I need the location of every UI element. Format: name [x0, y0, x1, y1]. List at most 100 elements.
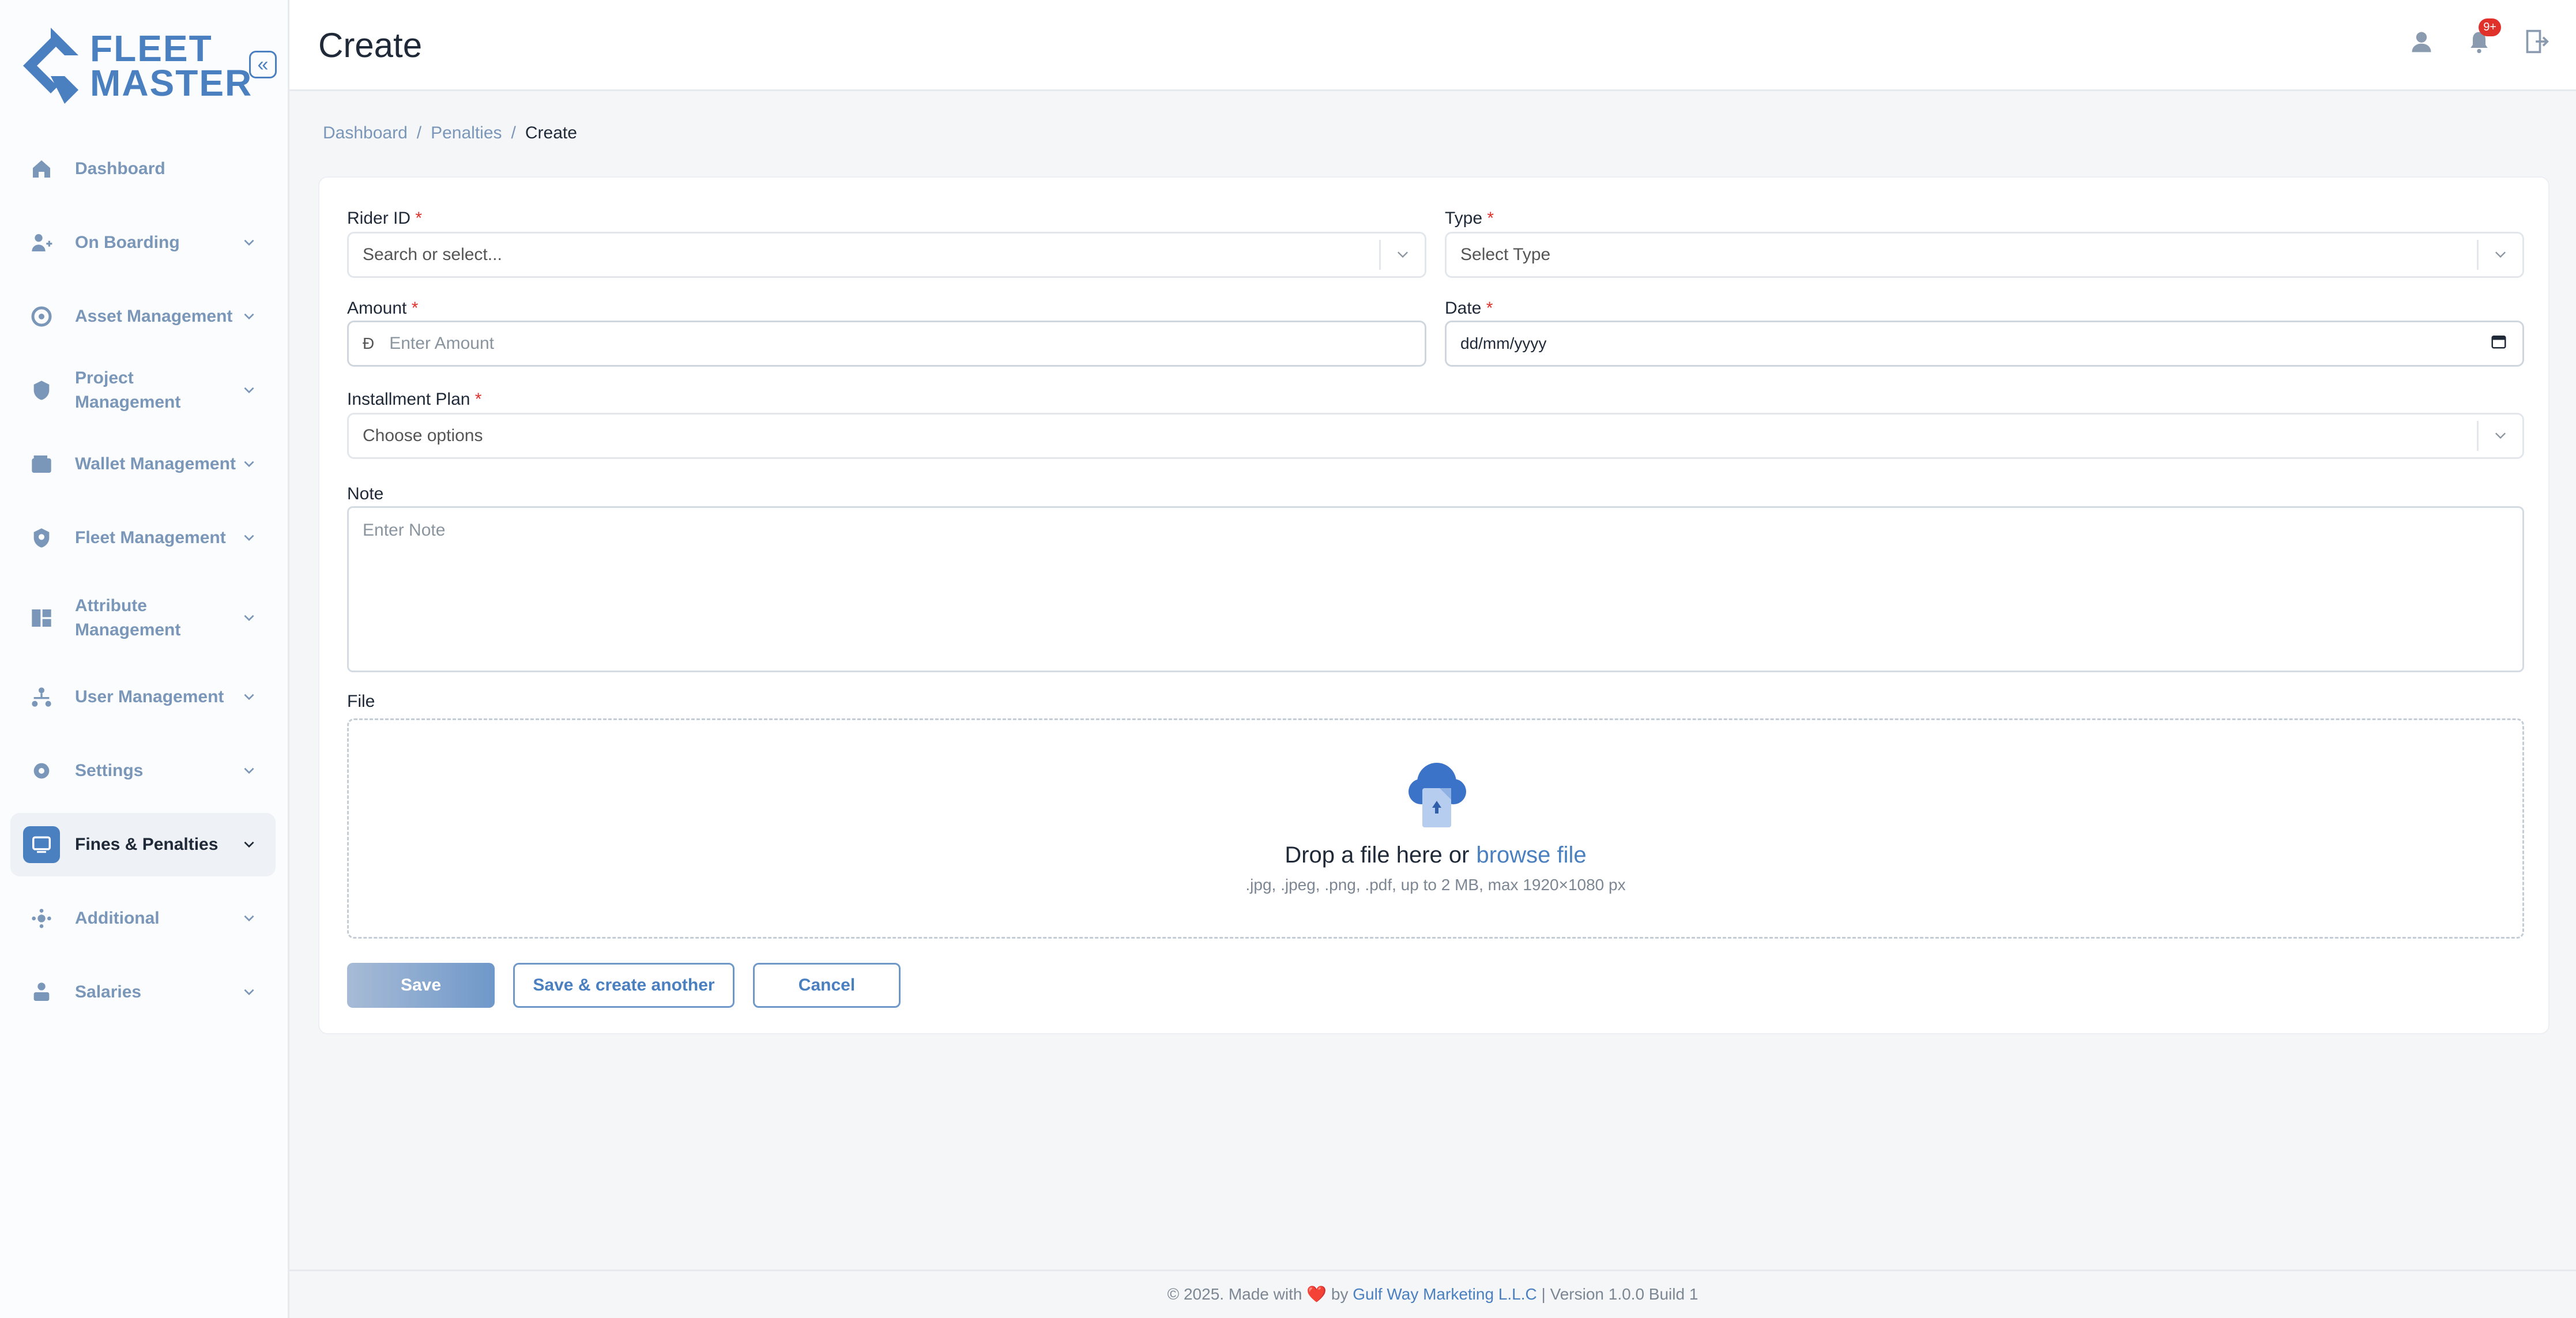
type-label: Type *: [1445, 209, 1494, 228]
file-hint: .jpg, .jpeg, .png, .pdf, up to 2 MB, max…: [1245, 876, 1626, 894]
sidebar-item-label: Fines & Penalties: [75, 835, 219, 854]
date-label: Date *: [1445, 299, 1493, 318]
sidebar-item-label: Asset Management: [75, 307, 233, 326]
profile-button[interactable]: [2405, 25, 2438, 58]
user-tree-icon: [23, 679, 60, 716]
note-placeholder: Enter Note: [363, 521, 446, 540]
sidebar-item-salaries[interactable]: Salaries: [10, 961, 276, 1024]
sidebar-item-additional[interactable]: Additional: [10, 887, 276, 950]
note-textarea[interactable]: Enter Note: [347, 506, 2524, 672]
form-card: Rider ID * Search or select... Type * Se…: [318, 176, 2549, 1034]
sidebar-item-asset-management[interactable]: Asset Management: [10, 285, 276, 348]
chevron-down-icon: [239, 528, 259, 548]
breadcrumb-separator: /: [416, 123, 422, 142]
project-icon: [23, 372, 60, 409]
sidebar-item-label: Settings: [75, 761, 144, 780]
amount-input[interactable]: Đ Enter Amount: [347, 321, 1426, 367]
notifications-button[interactable]: 9+: [2463, 18, 2501, 58]
date-placeholder: dd/mm/yyyy: [1460, 334, 1547, 352]
installment-plan-select[interactable]: Choose options: [347, 413, 2524, 459]
installment-plan-label: Installment Plan *: [347, 390, 482, 409]
asset-icon: [23, 298, 60, 335]
sidebar-item-fines-penalties[interactable]: Fines & Penalties: [10, 813, 276, 876]
chevron-down-icon: [239, 687, 259, 707]
logout-button[interactable]: [2521, 25, 2553, 58]
date-input[interactable]: dd/mm/yyyy: [1445, 321, 2524, 367]
double-chevron-left-icon: «: [257, 53, 269, 76]
logout-icon: [2526, 29, 2549, 54]
sidebar-item-label: Attribute Management: [75, 596, 181, 639]
calendar-icon[interactable]: [2490, 333, 2507, 355]
rider-id-label: Rider ID *: [347, 209, 423, 228]
rider-id-select[interactable]: Search or select...: [347, 232, 1426, 278]
additional-icon: [23, 900, 60, 937]
logo-line1: FLEET: [90, 28, 213, 69]
file-label: File: [347, 692, 375, 711]
app-logo[interactable]: FLEET MASTER: [21, 25, 253, 106]
breadcrumb-penalties[interactable]: Penalties: [431, 123, 502, 143]
footer-by: by: [1331, 1285, 1349, 1303]
chevron-down-icon: [239, 454, 259, 475]
chevron-down-icon: [239, 232, 259, 253]
installment-plan-placeholder: Choose options: [363, 426, 483, 445]
file-dropzone[interactable]: Drop a file here or browse file .jpg, .jp…: [347, 718, 2524, 939]
note-label: Note: [347, 484, 384, 503]
chevron-down-icon: [239, 982, 259, 1003]
breadcrumb: Dashboard / Penalties / Create: [323, 123, 577, 143]
type-select[interactable]: Select Type: [1445, 232, 2524, 278]
chevron-down-icon: [2479, 428, 2522, 444]
sidebar-item-wallet-management[interactable]: Wallet Management: [10, 432, 276, 496]
footer-copyright: © 2025. Made with: [1167, 1285, 1302, 1303]
sidebar-item-label: On Boarding: [75, 233, 180, 252]
amount-placeholder: Enter Amount: [389, 334, 495, 353]
sidebar-item-user-management[interactable]: User Management: [10, 665, 276, 729]
save-button[interactable]: Save: [347, 963, 495, 1008]
user-icon: [2412, 32, 2431, 52]
logo-line2: MASTER: [90, 62, 253, 104]
sidebar-item-settings[interactable]: Settings: [10, 739, 276, 803]
footer-version: | Version 1.0.0 Build 1: [1541, 1285, 1698, 1303]
sidebar-item-label: Project Management: [75, 368, 181, 412]
type-placeholder: Select Type: [1460, 245, 1551, 264]
gear-icon: [23, 752, 60, 789]
fines-icon: [23, 826, 60, 863]
sidebar-item-label: Wallet Management: [75, 454, 236, 473]
breadcrumb-separator: /: [511, 123, 516, 142]
sidebar-item-project-management[interactable]: Project Management: [10, 359, 276, 422]
chevron-down-icon: [2479, 247, 2522, 263]
sidebar: FLEET MASTER « Dashboard On Boarding Ass…: [0, 0, 289, 1318]
sidebar-item-fleet-management[interactable]: Fleet Management: [10, 506, 276, 570]
sidebar-item-label: Additional: [75, 909, 160, 928]
sidebar-item-attribute-management[interactable]: Attribute Management: [10, 586, 276, 650]
topbar: Create 9+: [289, 0, 2576, 91]
currency-icon: Đ: [363, 334, 375, 352]
user-plus-icon: [23, 224, 60, 261]
chevron-down-icon: [239, 760, 259, 781]
cloud-upload-icon: [1408, 763, 1466, 827]
sidebar-item-label: Fleet Management: [75, 528, 226, 547]
breadcrumb-dashboard[interactable]: Dashboard: [323, 123, 408, 143]
cancel-button[interactable]: Cancel: [753, 963, 901, 1008]
sidebar-item-label: Salaries: [75, 982, 142, 1001]
sidebar-item-label: User Management: [75, 687, 224, 706]
home-icon: [23, 150, 60, 187]
chevron-down-icon: [239, 908, 259, 929]
sidebar-item-label: Dashboard: [75, 159, 165, 178]
chevron-down-icon: [239, 834, 259, 855]
logo-mark-icon: [23, 28, 78, 104]
rider-id-placeholder: Search or select...: [363, 245, 502, 264]
footer-company-link[interactable]: Gulf Way Marketing L.L.C: [1353, 1285, 1537, 1303]
chevron-down-icon: [239, 380, 259, 401]
sidebar-item-on-boarding[interactable]: On Boarding: [10, 211, 276, 274]
collapse-sidebar-button[interactable]: «: [249, 51, 277, 78]
sidebar-item-dashboard[interactable]: Dashboard: [10, 137, 276, 201]
amount-label: Amount *: [347, 299, 419, 318]
save-create-another-button[interactable]: Save & create another: [513, 963, 735, 1008]
browse-file-link[interactable]: browse file: [1476, 842, 1586, 868]
chevron-down-icon: [239, 608, 259, 628]
fleet-icon: [23, 519, 60, 556]
wallet-icon: [23, 446, 60, 483]
chevron-down-icon: [239, 306, 259, 327]
salary-icon: [23, 974, 60, 1011]
chevron-down-icon: [1381, 247, 1425, 263]
